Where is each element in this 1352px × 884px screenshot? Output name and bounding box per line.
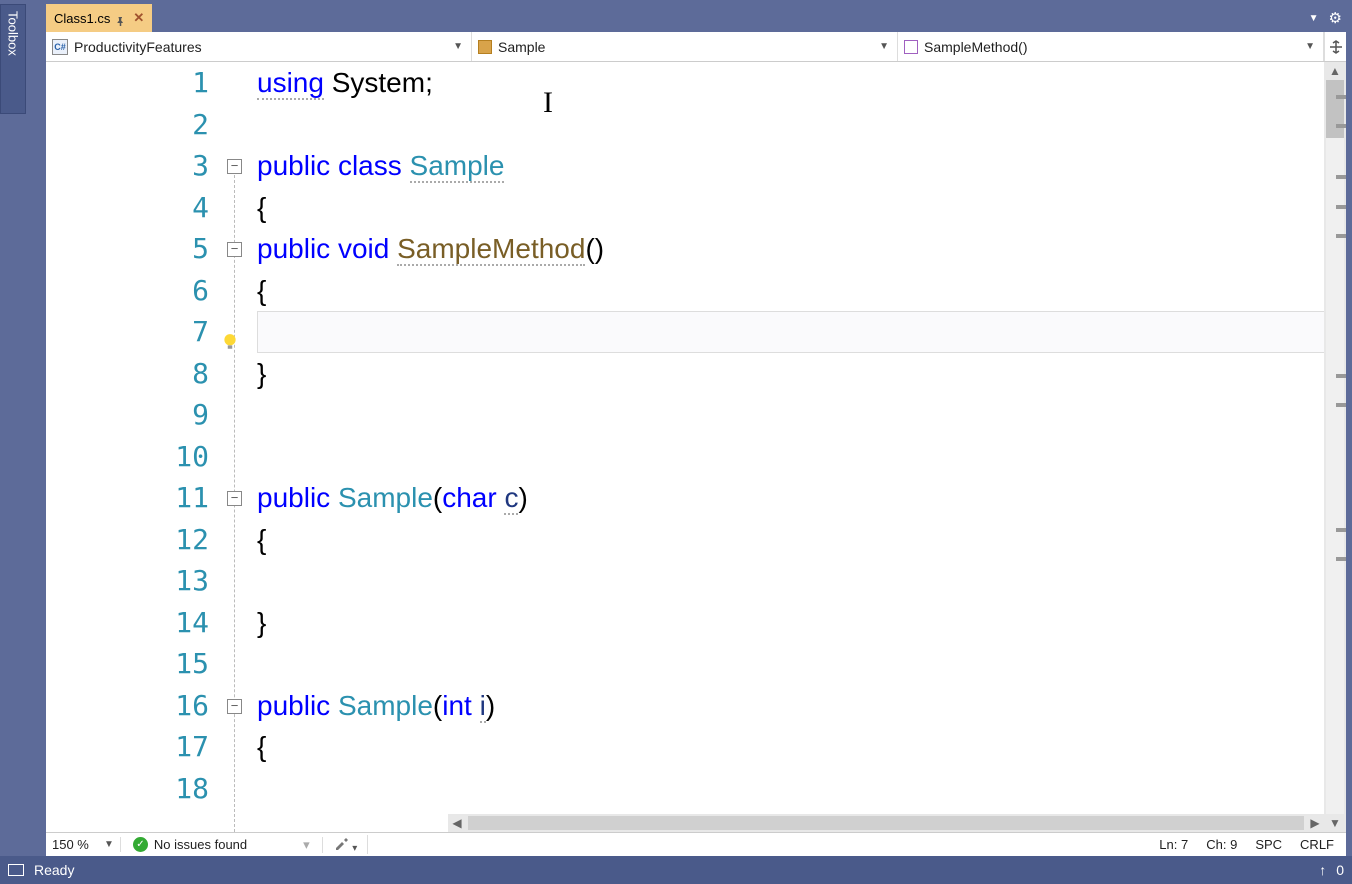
check-circle-icon: ✓: [133, 837, 148, 852]
fold-toggle[interactable]: −: [227, 159, 242, 174]
pin-icon[interactable]: [116, 14, 125, 23]
line-number: 8: [46, 353, 209, 395]
chevron-down-icon: ▼: [451, 41, 465, 52]
code-line[interactable]: [257, 643, 1346, 685]
code-line[interactable]: public void SampleMethod(): [257, 228, 1346, 270]
zoom-selector[interactable]: 150 % ▼: [46, 837, 121, 852]
method-icon: [904, 40, 918, 54]
nav-member-dropdown[interactable]: SampleMethod() ▼: [898, 32, 1324, 61]
code-surface[interactable]: I using System;public class Sample{ publ…: [257, 62, 1346, 832]
fold-toggle[interactable]: −: [227, 242, 242, 257]
line-number: 1: [46, 62, 209, 104]
line-number: 10: [46, 436, 209, 478]
scrollbar-markers: [1334, 80, 1346, 814]
chevron-down-icon: ▼: [104, 839, 114, 850]
line-number: 17: [46, 726, 209, 768]
editor-info-bar: 150 % ▼ ✓ No issues found ▾ ▾ Ln: 7 Ch: …: [46, 832, 1346, 856]
line-number: 13: [46, 560, 209, 602]
nav-project-label: ProductivityFeatures: [74, 39, 445, 55]
code-line[interactable]: public class Sample: [257, 145, 1346, 187]
code-line[interactable]: {: [257, 519, 1346, 561]
line-number: 7: [46, 311, 209, 353]
gear-icon[interactable]: ⚙: [1329, 9, 1342, 27]
scroll-up-icon[interactable]: ▲: [1324, 62, 1346, 80]
line-ending-mode[interactable]: CRLF: [1300, 837, 1334, 852]
csharp-icon: C#: [52, 39, 68, 55]
zoom-value: 150 %: [52, 837, 100, 852]
indent-mode[interactable]: SPC: [1255, 837, 1282, 852]
code-line[interactable]: [257, 104, 1346, 146]
document-tabs: Class1.cs ✕ ▼ ⚙: [0, 4, 1352, 32]
line-number: 12: [46, 519, 209, 561]
line-number: 9: [46, 394, 209, 436]
chevron-down-icon: ▼: [1303, 41, 1317, 52]
navigation-bar: C# ProductivityFeatures ▼ Sample ▼ Sampl…: [46, 32, 1346, 62]
outlining-margin[interactable]: − − − −: [221, 62, 257, 832]
code-editor[interactable]: 123456789101112131415161718 −−−− I using…: [46, 62, 1346, 832]
line-number: 16: [46, 685, 209, 727]
code-cleanup-button[interactable]: ▾: [323, 835, 369, 854]
code-line[interactable]: [257, 560, 1346, 602]
publish-icon[interactable]: ↑: [1319, 862, 1326, 878]
code-line[interactable]: [257, 311, 1346, 353]
window-layout-icon[interactable]: [8, 864, 24, 876]
column-indicator[interactable]: Ch: 9: [1206, 837, 1237, 852]
code-line[interactable]: public Sample(int i): [257, 685, 1346, 727]
tab-active[interactable]: Class1.cs ✕: [46, 4, 152, 32]
code-line[interactable]: {: [257, 187, 1346, 229]
status-bar: Ready ↑ 0: [0, 856, 1352, 884]
code-line[interactable]: [257, 394, 1346, 436]
fold-toggle[interactable]: −: [227, 491, 242, 506]
tab-well-buttons: ▼ ⚙: [1309, 9, 1352, 27]
toolbox-panel-tab[interactable]: Toolbox: [0, 4, 26, 114]
code-line[interactable]: [257, 768, 1346, 810]
toolbox-label: Toolbox: [6, 11, 21, 56]
notification-count[interactable]: 0: [1336, 862, 1344, 878]
line-number: 14: [46, 602, 209, 644]
nav-member-label: SampleMethod(): [924, 39, 1297, 55]
nav-class-dropdown[interactable]: Sample ▼: [472, 32, 898, 61]
issues-indicator[interactable]: ✓ No issues found ▾: [121, 837, 323, 853]
line-indicator[interactable]: Ln: 7: [1159, 837, 1188, 852]
issues-text: No issues found: [154, 837, 247, 852]
scroll-down-icon[interactable]: ▼: [1324, 814, 1346, 832]
scroll-right-icon[interactable]: ▶: [1306, 816, 1324, 830]
code-line[interactable]: }: [257, 353, 1346, 395]
code-line[interactable]: {: [257, 270, 1346, 312]
code-line[interactable]: using System;: [257, 62, 1346, 104]
lightbulb-icon[interactable]: [221, 321, 239, 339]
line-number: 11: [46, 477, 209, 519]
line-number: 4: [46, 187, 209, 229]
line-number-gutter: 123456789101112131415161718: [46, 62, 221, 832]
line-number: 5: [46, 228, 209, 270]
tab-filename: Class1.cs: [54, 11, 110, 26]
horizontal-scrollbar[interactable]: ◀ ▶: [448, 814, 1324, 832]
code-line[interactable]: {: [257, 726, 1346, 768]
nav-class-label: Sample: [498, 39, 871, 55]
line-number: 2: [46, 104, 209, 146]
text-cursor-icon: I: [543, 86, 553, 120]
scroll-left-icon[interactable]: ◀: [448, 816, 466, 830]
line-number: 15: [46, 643, 209, 685]
line-number: 3: [46, 145, 209, 187]
chevron-down-icon: ▼: [877, 41, 891, 52]
nav-project-dropdown[interactable]: C# ProductivityFeatures ▼: [46, 32, 472, 61]
code-line[interactable]: }: [257, 602, 1346, 644]
vertical-scrollbar[interactable]: ▲ ▼: [1324, 62, 1346, 832]
code-line[interactable]: public Sample(char c): [257, 477, 1346, 519]
split-window-button[interactable]: [1324, 32, 1346, 61]
code-line[interactable]: [257, 436, 1346, 478]
close-icon[interactable]: ✕: [133, 10, 144, 26]
class-icon: [478, 40, 492, 54]
line-number: 18: [46, 768, 209, 810]
line-number: 6: [46, 270, 209, 312]
active-files-dropdown-icon[interactable]: ▼: [1309, 13, 1319, 24]
status-text: Ready: [34, 862, 74, 878]
scroll-thumb[interactable]: [468, 816, 1304, 830]
fold-toggle[interactable]: −: [227, 699, 242, 714]
